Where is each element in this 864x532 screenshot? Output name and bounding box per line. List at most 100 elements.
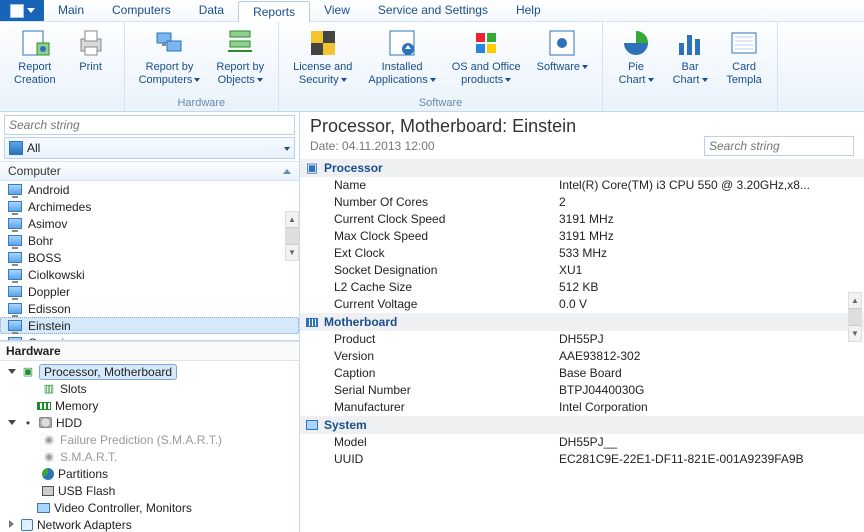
chevron-down-icon <box>702 78 708 82</box>
tree-node-video[interactable]: Video Controller, Monitors <box>4 499 295 516</box>
monitor-icon <box>8 252 22 263</box>
chevron-down-icon <box>430 78 436 82</box>
computer-item[interactable]: Einstein <box>0 317 299 334</box>
section-header-motherboard[interactable]: Motherboard <box>300 313 864 331</box>
computer-item[interactable]: BOSS <box>0 249 299 266</box>
chevron-down-icon <box>27 8 35 13</box>
computer-list-header[interactable]: Computer <box>0 161 299 181</box>
scroll-up-icon[interactable]: ▲ <box>849 293 861 308</box>
computer-item[interactable]: Asimov <box>0 215 299 232</box>
menu-view[interactable]: View <box>310 0 364 21</box>
computer-item[interactable]: Gaɑarin <box>0 334 299 341</box>
property-row: Serial NumberBTPJ0440030G <box>300 382 864 399</box>
menu-service-and-settings[interactable]: Service and Settings <box>364 0 502 21</box>
tree-node-partitions[interactable]: Partitions <box>4 465 295 482</box>
menu-reports[interactable]: Reports <box>238 1 310 22</box>
computer-list: ▲ ▼ AndroidArchimedesAsimovBohrBOSSCiolk… <box>0 181 299 341</box>
property-row: Max Clock Speed3191 MHz <box>300 228 864 245</box>
computer-item[interactable]: Archimedes <box>0 198 299 215</box>
slot-icon: ▥ <box>42 382 56 396</box>
bar-chart-button[interactable]: BarChart <box>663 24 717 108</box>
tree-node-smart-failure[interactable]: ◉ Failure Prediction (S.M.A.R.T.) <box>4 431 295 448</box>
computer-item[interactable]: Edisson <box>0 300 299 317</box>
software-button[interactable]: Software <box>529 24 596 96</box>
installed-applications-button[interactable]: InstalledApplications <box>360 24 443 96</box>
system-icon <box>306 420 318 430</box>
monitor-icon <box>8 201 22 212</box>
expand-icon[interactable] <box>8 520 17 529</box>
tree-node-hdd[interactable]: • HDD <box>4 414 295 431</box>
chevron-down-icon <box>341 78 347 82</box>
pie-chart-icon <box>620 27 652 59</box>
computer-item[interactable]: Doppler <box>0 283 299 300</box>
monitor-icon <box>8 218 22 229</box>
monitor-icon <box>8 320 22 331</box>
scroll-down-icon[interactable]: ▼ <box>849 326 861 341</box>
os-and-office-products-button[interactable]: OS and Officeproducts <box>444 24 529 96</box>
section-header-system[interactable]: System <box>300 416 864 434</box>
license-security-icon <box>307 27 339 59</box>
scrollbar[interactable]: ▲ ▼ <box>285 211 299 261</box>
property-row: NameIntel(R) Core(TM) i3 CPU 550 @ 3.20G… <box>300 177 864 194</box>
card-templa-button[interactable]: CardTempla <box>717 24 771 108</box>
menu-main[interactable]: Main <box>44 0 98 21</box>
menu-data[interactable]: Data <box>185 0 238 21</box>
scroll-up-icon[interactable]: ▲ <box>286 212 298 227</box>
tree-node-usb[interactable]: USB Flash <box>4 482 295 499</box>
section-header-processor[interactable]: ▣Processor <box>300 159 864 177</box>
os-office-icon <box>470 27 502 59</box>
chevron-down-icon <box>648 78 654 82</box>
tree-node-slots[interactable]: ▥ Slots <box>4 380 295 397</box>
card-template-icon <box>728 27 760 59</box>
chip-icon: ▣ <box>21 365 35 379</box>
installed-apps-icon <box>386 27 418 59</box>
tree-node-processor-motherboard[interactable]: ▣ Processor, Motherboard <box>4 363 295 380</box>
property-row: ModelDH55PJ__ <box>300 434 864 451</box>
disk-icon: ◉ <box>42 433 56 447</box>
scroll-thumb[interactable] <box>286 227 298 245</box>
scroll-down-icon[interactable]: ▼ <box>286 245 298 260</box>
detail-panel: Processor, Motherboard: Einstein Date: 0… <box>300 112 864 532</box>
processor-icon: ▣ <box>306 162 318 174</box>
computer-item[interactable]: Bohr <box>0 232 299 249</box>
collapse-icon[interactable] <box>8 367 17 376</box>
document-icon <box>10 4 24 18</box>
cube-icon <box>9 141 23 155</box>
memory-icon <box>37 402 51 410</box>
report-creation-icon <box>19 27 51 59</box>
search-input[interactable] <box>4 115 295 135</box>
report-by-objects-button[interactable]: Report byObjects <box>208 24 272 96</box>
hardware-header: Hardware <box>0 341 299 361</box>
print-button[interactable]: Print <box>64 24 118 108</box>
collapse-icon[interactable] <box>8 418 17 427</box>
computer-item[interactable]: Android <box>0 181 299 198</box>
chevron-down-icon <box>257 78 263 82</box>
hardware-tree: ▣ Processor, Motherboard ▥ Slots Memory … <box>0 361 299 532</box>
software-icon <box>546 27 578 59</box>
scrollbar[interactable]: ▲ ▼ <box>848 292 862 342</box>
property-row: Current Clock Speed3191 MHz <box>300 211 864 228</box>
tree-node-memory[interactable]: Memory <box>4 397 295 414</box>
tree-node-network[interactable]: Network Adapters <box>4 516 295 532</box>
property-row: Current Voltage0.0 V <box>300 296 864 313</box>
menu-help[interactable]: Help <box>502 0 555 21</box>
report-by-computers-button[interactable]: Report byComputers <box>131 24 209 96</box>
license-and-security-button[interactable]: License andSecurity <box>285 24 360 96</box>
detail-search-input[interactable] <box>704 136 854 156</box>
scroll-thumb[interactable] <box>849 308 861 326</box>
computer-item[interactable]: Ciolkowski <box>0 266 299 283</box>
monitor-icon <box>8 184 22 195</box>
chevron-down-icon <box>282 141 290 155</box>
tree-node-smart[interactable]: ◉ S.M.A.R.T. <box>4 448 295 465</box>
pie-icon <box>42 468 54 480</box>
app-menu-button[interactable] <box>0 0 44 21</box>
property-row: ProductDH55PJ <box>300 331 864 348</box>
monitor-icon <box>8 337 22 341</box>
chevron-down-icon <box>194 78 200 82</box>
report-computers-icon <box>153 27 185 59</box>
menu-computers[interactable]: Computers <box>98 0 185 21</box>
hdd-icon <box>39 417 52 428</box>
filter-dropdown[interactable]: All <box>4 137 295 159</box>
report-creation-button[interactable]: ReportCreation <box>6 24 64 108</box>
pie-chart-button[interactable]: PieChart <box>609 24 663 108</box>
